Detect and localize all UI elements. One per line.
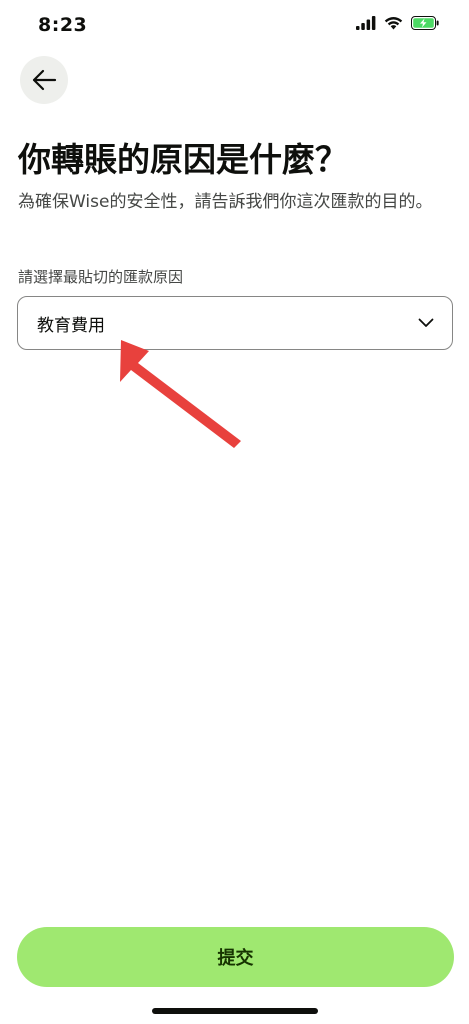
arrow-left-icon: [32, 69, 57, 91]
battery-charging-icon: [411, 16, 439, 30]
reason-select-value: 教育費用: [37, 315, 105, 336]
status-time: 8:23: [38, 14, 88, 36]
wifi-icon: [384, 17, 403, 30]
chevron-down-icon: [418, 318, 434, 327]
back-button[interactable]: [20, 56, 68, 104]
reason-select-label: 請選擇最貼切的匯款原因: [18, 268, 184, 286]
reason-select[interactable]: 教育費用: [17, 296, 453, 350]
cellular-signal-icon: [356, 16, 376, 30]
page-subtitle: 為確保Wise的安全性，請告訴我們你這次匯款的目的。: [18, 192, 433, 212]
status-icons: [356, 16, 439, 30]
page-title: 你轉賬的原因是什麼？: [18, 140, 348, 179]
status-bar: 8:23: [0, 0, 469, 52]
home-indicator: [152, 1008, 318, 1014]
submit-button[interactable]: 提交: [17, 927, 454, 987]
